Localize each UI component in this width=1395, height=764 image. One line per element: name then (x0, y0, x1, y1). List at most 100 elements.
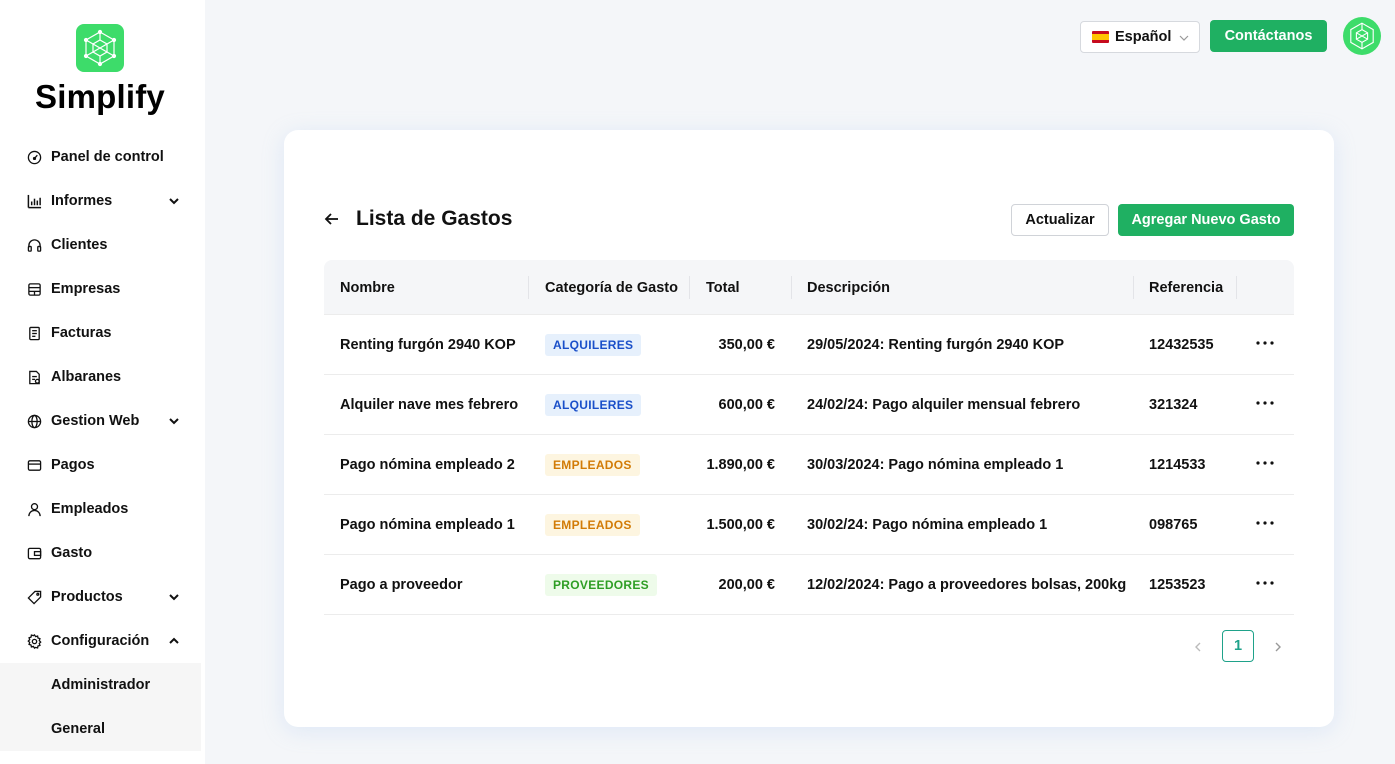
sidebar-item-gasto[interactable]: Gasto (0, 531, 205, 575)
sidebar-item-label: Empresas (51, 281, 121, 297)
sidebar-item-configuracion[interactable]: Configuración (0, 619, 205, 663)
add-expense-button[interactable]: Agregar Nuevo Gasto (1118, 204, 1294, 236)
column-header-categoria[interactable]: Categoría de Gasto (545, 260, 678, 315)
category-tag: ALQUILERES (545, 333, 642, 356)
page-title: Lista de Gastos (356, 207, 513, 230)
chevron-down-icon (169, 594, 179, 601)
expense-description: 12/02/2024: Pago a proveedores bolsas, 2… (807, 576, 1127, 593)
avatar[interactable] (1343, 17, 1381, 55)
expense-description: 30/02/24: Pago nómina empleado 1 (807, 516, 1048, 533)
column-header-total[interactable]: Total (706, 260, 740, 315)
chevron-right-icon[interactable] (1271, 640, 1285, 654)
sidebar-item-label: Albaranes (51, 369, 122, 385)
column-divider (528, 276, 529, 299)
expense-total: 200,00 € (718, 576, 775, 593)
sidebar-item-clientes[interactable]: Clientes (0, 223, 205, 267)
sidebar-item-label: Panel de control (51, 149, 164, 165)
wallet-icon (26, 545, 42, 561)
more-actions-icon[interactable] (1255, 513, 1275, 533)
expense-reference: 1253523 (1149, 576, 1206, 593)
gear-icon (26, 633, 42, 649)
sidebar-item-label: Clientes (51, 237, 108, 253)
sidebar-item-gestion-web[interactable]: Gestion Web (0, 399, 205, 443)
expense-name: Pago nómina empleado 1 (340, 516, 515, 533)
expense-total: 1.500,00 € (706, 516, 775, 533)
expenses-table: Nombre Categoría de Gasto Total Descripc… (324, 260, 1294, 615)
delivery-note-icon (26, 369, 42, 385)
sidebar-item-empleados[interactable]: Empleados (0, 487, 205, 531)
tag-icon (26, 589, 42, 605)
submenu-item-general[interactable]: General (0, 707, 201, 751)
sidebar-item-facturas[interactable]: Facturas (0, 311, 205, 355)
chart-icon (26, 193, 42, 209)
table-row[interactable]: Pago nómina empleado 2 EMPLEADOS 1.890,0… (324, 435, 1294, 495)
language-select[interactable]: Español (1080, 21, 1200, 53)
table-row[interactable]: Alquiler nave mes febrero ALQUILERES 600… (324, 375, 1294, 435)
pagination-page[interactable]: 1 (1222, 630, 1254, 662)
column-divider (689, 276, 690, 299)
dashboard-icon (26, 149, 42, 165)
card-icon (26, 457, 42, 473)
expense-total: 600,00 € (718, 396, 775, 413)
chevron-down-icon (1179, 35, 1189, 41)
expense-name: Alquiler nave mes febrero (340, 396, 519, 413)
chevron-left-icon[interactable] (1191, 640, 1205, 654)
column-divider (1236, 276, 1237, 299)
globe-icon (26, 413, 42, 429)
sidebar-item-label: Empleados (51, 501, 129, 517)
sidebar-item-label: Productos (51, 589, 123, 605)
more-actions-icon[interactable] (1255, 333, 1275, 353)
user-icon (26, 501, 42, 517)
column-divider (1133, 276, 1134, 299)
column-divider (791, 276, 792, 299)
more-actions-icon[interactable] (1255, 453, 1275, 473)
category-tag: EMPLEADOS (545, 513, 640, 536)
category-tag: PROVEEDORES (545, 573, 657, 596)
sidebar-item-informes[interactable]: Informes (0, 179, 205, 223)
expense-reference: 1214533 (1149, 456, 1206, 473)
sidebar-nav: Panel de control Informes Clientes Empre… (0, 135, 205, 751)
more-actions-icon[interactable] (1255, 393, 1275, 413)
submenu-item-administrador[interactable]: Administrador (0, 663, 201, 707)
brand-name: Simplify (35, 78, 165, 115)
category-tag: ALQUILERES (545, 393, 642, 416)
expense-total: 350,00 € (718, 336, 775, 353)
sidebar-item-panel-de-control[interactable]: Panel de control (0, 135, 205, 179)
headset-icon (26, 237, 42, 253)
expense-name: Renting furgón 2940 KOP (340, 336, 516, 353)
expense-reference: 12432535 (1149, 336, 1214, 353)
configuracion-submenu: Administrador General (0, 663, 201, 751)
sidebar-item-label: Facturas (51, 325, 112, 341)
network-icon (1350, 22, 1374, 50)
sidebar-item-productos[interactable]: Productos (0, 575, 205, 619)
network-icon (83, 29, 117, 67)
more-actions-icon[interactable] (1255, 573, 1275, 593)
refresh-button[interactable]: Actualizar (1011, 204, 1109, 236)
expense-description: 24/02/24: Pago alquiler mensual febrero (807, 396, 1081, 413)
sidebar-item-pagos[interactable]: Pagos (0, 443, 205, 487)
expense-name: Pago nómina empleado 2 (340, 456, 515, 473)
sidebar-item-albaranes[interactable]: Albaranes (0, 355, 205, 399)
table-row[interactable]: Pago a proveedor PROVEEDORES 200,00 € 12… (324, 555, 1294, 615)
expense-name: Pago a proveedor (340, 576, 463, 593)
sidebar-item-label: Pagos (51, 457, 95, 473)
column-header-nombre[interactable]: Nombre (340, 260, 395, 315)
expense-reference: 321324 (1149, 396, 1198, 413)
expense-description: 30/03/2024: Pago nómina empleado 1 (807, 456, 1064, 473)
table-row[interactable]: Pago nómina empleado 1 EMPLEADOS 1.500,0… (324, 495, 1294, 555)
sidebar-item-empresas[interactable]: Empresas (0, 267, 205, 311)
back-arrow-icon[interactable] (322, 209, 342, 229)
language-label: Español (1115, 29, 1172, 45)
building-icon (26, 281, 42, 297)
expense-list-card: Lista de Gastos Actualizar Agregar Nuevo… (284, 130, 1334, 727)
spain-flag-icon (1092, 31, 1109, 43)
table-row[interactable]: Renting furgón 2940 KOP ALQUILERES 350,0… (324, 315, 1294, 375)
sidebar-item-label: Gasto (51, 545, 93, 561)
expense-description: 29/05/2024: Renting furgón 2940 KOP (807, 336, 1065, 353)
contact-button[interactable]: Contáctanos (1210, 20, 1327, 52)
logo[interactable] (76, 24, 124, 72)
column-header-referencia[interactable]: Referencia (1149, 260, 1223, 315)
column-header-descripcion[interactable]: Descripción (807, 260, 890, 315)
chevron-up-icon (169, 637, 179, 644)
sidebar-item-label: Configuración (51, 633, 150, 649)
